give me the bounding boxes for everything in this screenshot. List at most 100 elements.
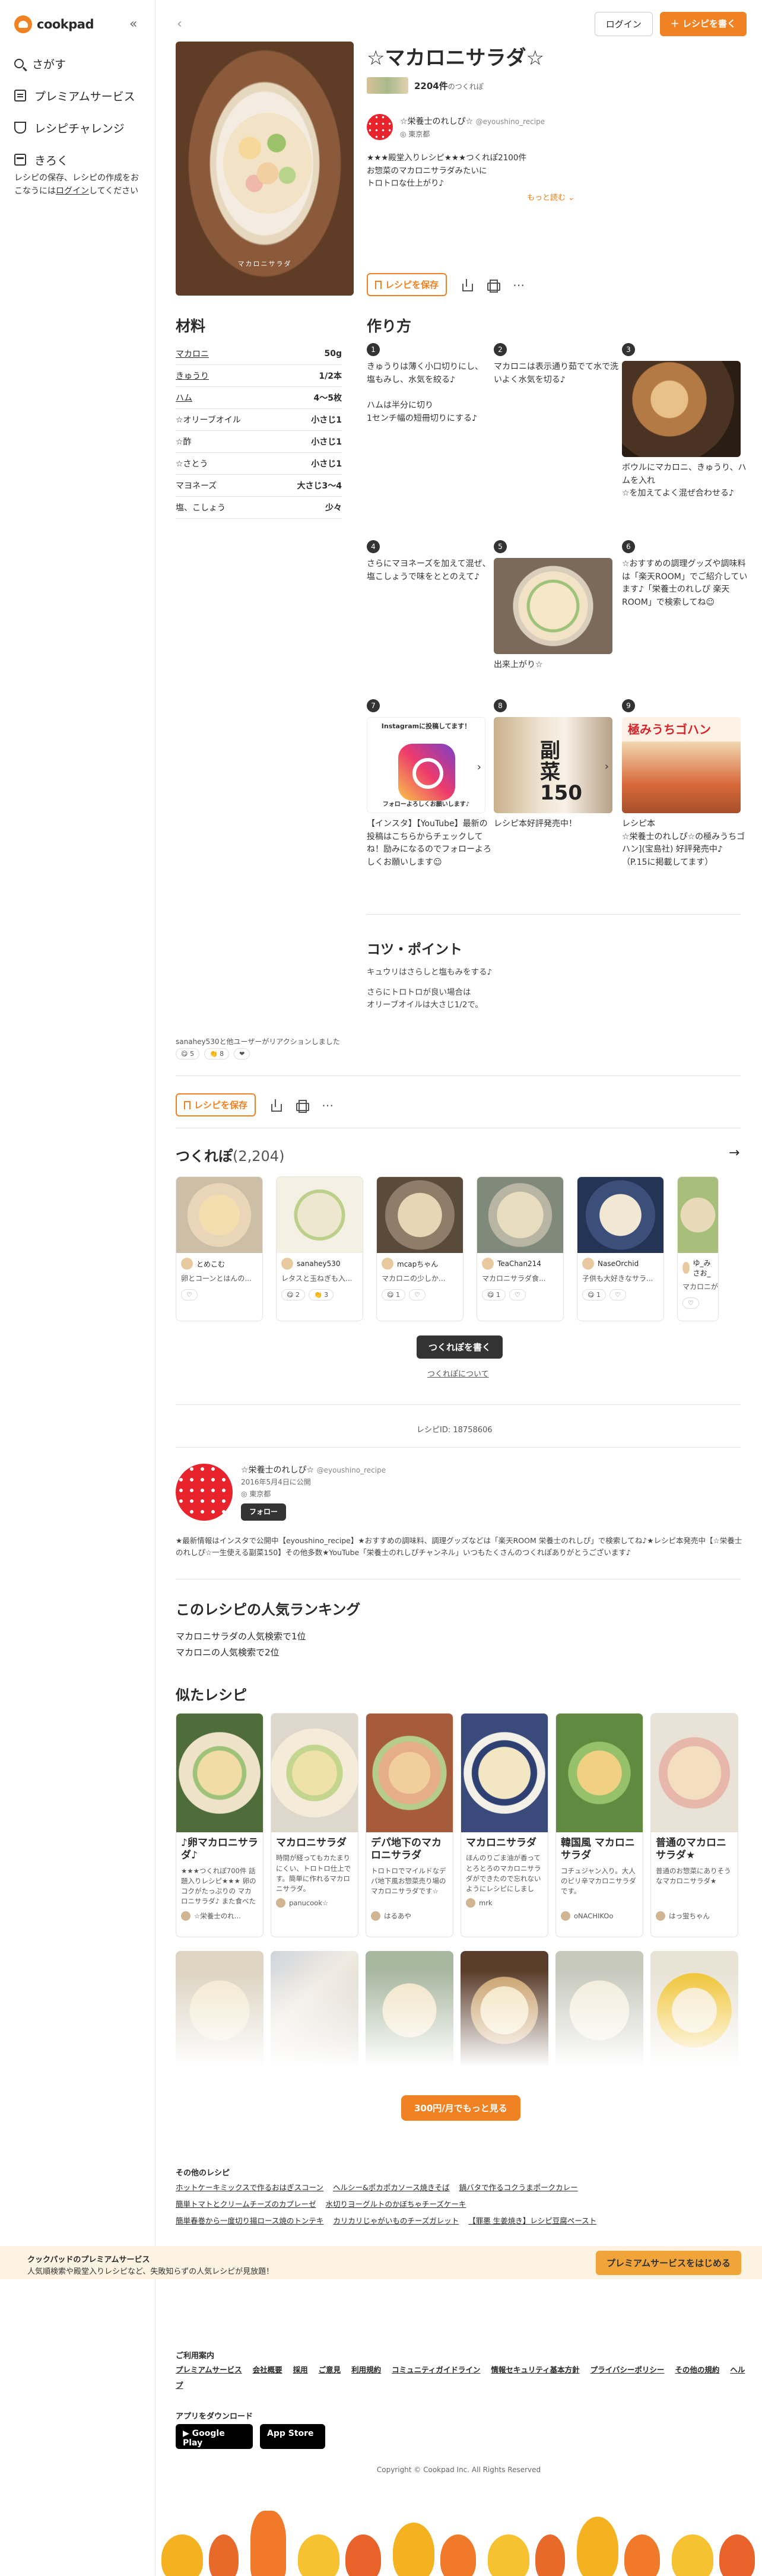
footer-link[interactable]: プレミアムサービス: [176, 2365, 242, 2374]
author-description: ★最新情報はインスタで公開中【eyoushino_recipe】★おすすめの調味…: [176, 1536, 742, 1557]
other-recipe-link[interactable]: ホットケーキミックスで作るおはぎスコーン: [176, 2183, 323, 2192]
reaction-chip-yummy[interactable]: 😋 5: [176, 1048, 199, 1059]
footer-link[interactable]: 採用: [293, 2365, 308, 2374]
footer-link[interactable]: その他の規約: [675, 2365, 719, 2374]
sidebar-item-search[interactable]: さがす: [14, 47, 145, 80]
carousel-next-icon[interactable]: ›: [477, 759, 481, 776]
similar-recipe-card[interactable]: マカロニサラダ 時間が経ってもカたまりにくい、トロトロ仕上です。簡単に作れるマカロ…: [271, 1713, 358, 1937]
save-recipe-button[interactable]: レシピを保存: [367, 273, 447, 296]
other-recipe-link[interactable]: カリカリじゃがいものチーズガレット: [333, 2216, 459, 2225]
more-options-icon[interactable]: ⋯: [512, 278, 525, 291]
ingredient-name[interactable]: ハム: [176, 392, 192, 404]
premium-banner-title: クックパッドのプレミアムサービス: [27, 2255, 150, 2264]
ranking-item: マカロニの人気検索で2位: [176, 1647, 280, 1658]
tsukurepo-suffix: のつくれぽ: [447, 82, 484, 91]
heart-icon[interactable]: ♡: [181, 1289, 198, 1300]
tsukurepo-card[interactable]: sanahey530 レタスと玉ねぎも入... 😋 2 👏 3: [276, 1176, 363, 1321]
tsukurepo-summary[interactable]: 2204件のつくれぽ: [367, 77, 484, 94]
similar-recipe-card[interactable]: マカロニサラダ ほんのりごま油が香ってとろとろのマカロニサラダができたので忘れない…: [461, 1713, 548, 1937]
premium-see-more-button[interactable]: 300円/月でもっと見る: [401, 2095, 520, 2121]
arrow-right-icon[interactable]: →: [729, 1146, 739, 1160]
tsukurepo-card[interactable]: NaseOrchid 子供も大好きなサラ... 😋 1 ♡: [577, 1176, 664, 1321]
ingredient-name[interactable]: きゅうり: [176, 370, 209, 382]
login-button[interactable]: ログイン: [594, 12, 653, 36]
tsukurepo-text: 子供も大好きなサラ...: [582, 1274, 653, 1283]
other-recipe-link[interactable]: 水切りヨーグルトのかぼちゃチーズケーキ: [326, 2200, 466, 2209]
tsukurepo-title: つくれぽ: [176, 1148, 233, 1165]
step-8: 8 副菜150 › レシピ本好評発売中！: [494, 699, 620, 831]
tsukurepo-heading[interactable]: つくれぽ(2,204): [176, 1144, 284, 1165]
footer-link[interactable]: 会社概要: [253, 2365, 282, 2374]
reaction-chip[interactable]: 👏 3: [308, 1289, 334, 1300]
premium-start-button[interactable]: プレミアムサービスをはじめる: [596, 2251, 741, 2275]
author-block[interactable]: ☆栄養士のれしぴ☆ @eyoushino_recipe ◎ 東京都: [367, 114, 545, 140]
tsukurepo-card[interactable]: ゆ_みさお_ マカロニが難しいな... ♡: [677, 1176, 719, 1321]
footer-link[interactable]: コミュニティガイドライン: [392, 2365, 480, 2374]
footer-link[interactable]: ご意見: [319, 2365, 341, 2374]
sidebar-item-kiroku[interactable]: きろく: [14, 144, 145, 176]
cookpad-logo[interactable]: cookpad: [14, 15, 94, 33]
about-tsukurepo-link[interactable]: つくれぽについて: [427, 1368, 489, 1379]
step-8-photo[interactable]: 副菜150 ›: [494, 717, 612, 813]
step-9-photo[interactable]: 極みうちゴハン: [622, 717, 741, 813]
other-recipe-link[interactable]: 簡単春巻から一度切り揚ロース焼のトンテキ: [176, 2216, 323, 2225]
tsukurepo-card[interactable]: mcapちゃん マカロニの少しか... 😋 1 ♡: [376, 1176, 463, 1321]
follow-button[interactable]: フォロー: [241, 1503, 287, 1521]
save-recipe-button-bottom[interactable]: レシピを保存: [176, 1093, 256, 1116]
other-recipe-link[interactable]: 【罪悪 生姜焼き】レシピ豆腐ペースト: [468, 2216, 596, 2225]
collapse-sidebar-icon[interactable]: «: [129, 17, 137, 31]
tsukurepo-card[interactable]: TeaChan214 マカロニサラダ食... 😋 1 ♡: [477, 1176, 564, 1321]
similar-recipe-card[interactable]: ♪卵マカロニサラダ♪ ★★★つくれぽ700件 話題入りレシピ★★★ 卵のコクがたっ…: [176, 1713, 263, 1937]
ingredients-heading: 材料: [176, 318, 206, 335]
heart-icon[interactable]: ♡: [609, 1289, 626, 1300]
share-icon[interactable]: [460, 278, 474, 291]
read-more-link[interactable]: もっと読む ⌄: [527, 191, 574, 202]
footer-link[interactable]: 情報セキュリティ基本方針: [491, 2365, 579, 2374]
ingredient-name[interactable]: マカロニ: [176, 348, 209, 360]
carousel-next-icon[interactable]: ›: [605, 759, 609, 775]
other-recipe-link[interactable]: 簡単トマトとクリームチーズのカプレーゼ: [176, 2200, 316, 2209]
footer-link[interactable]: プライバシーポリシー: [590, 2365, 665, 2374]
recipe-main-photo[interactable]: マカロニサラダ: [176, 42, 354, 296]
reaction-chip-clap[interactable]: 👏 8: [204, 1048, 230, 1059]
print-icon[interactable]: [486, 278, 501, 293]
reaction-chip[interactable]: 😋 1: [482, 1289, 506, 1300]
tsukurepo-card[interactable]: とめこむ 卵とコーンとはんの... ♡: [176, 1176, 263, 1321]
heart-icon[interactable]: ♡: [408, 1289, 426, 1300]
reaction-chip[interactable]: 😋 1: [582, 1289, 606, 1300]
google-play-badge[interactable]: ▶ Google Play: [176, 2424, 253, 2449]
sidebar-item-premium[interactable]: プレミアムサービス: [14, 80, 145, 112]
reaction-chip[interactable]: 😋 2: [281, 1289, 305, 1300]
step-7: 7 Instagramに投稿してます！ フォローよろしくお願いします♪ › 【イ…: [367, 699, 493, 870]
similar-recipe-card[interactable]: デパ地下のマカロニサラダ トロトロでマイルドなデパ地下風お惣菜売り場のマカロニサラ…: [366, 1713, 453, 1937]
tsukurepo-user: とめこむ: [196, 1260, 226, 1268]
footer-link[interactable]: 利用規約: [351, 2365, 381, 2374]
other-recipe-link[interactable]: 鍋バタで作るコクうまポークカレー: [459, 2183, 578, 2192]
author-avatar-large[interactable]: [176, 1464, 233, 1521]
login-link[interactable]: ログイン: [56, 186, 89, 196]
other-recipe-link[interactable]: ヘルシー&ポカポカソース焼きそば: [333, 2183, 450, 2192]
write-recipe-button[interactable]: ＋ レシピを書く: [659, 12, 747, 36]
heart-icon[interactable]: ♡: [509, 1289, 526, 1300]
write-tsukurepo-button[interactable]: つくれぽを書く: [417, 1335, 503, 1359]
similar-recipe-card[interactable]: 普通のマカロニサラダ★ 普通のお惣菜にありそうなマカロニサラダ★ はっ蛍ちゃん: [650, 1713, 738, 1937]
print-icon[interactable]: [295, 1099, 310, 1113]
sidebar-item-challenge[interactable]: レシピチャレンジ: [14, 112, 145, 144]
reaction-chip[interactable]: 😋 1: [382, 1289, 405, 1300]
share-icon[interactable]: [269, 1099, 282, 1112]
author-name[interactable]: ☆栄養士のれしぴ☆: [241, 1465, 314, 1475]
similar-recipe-card[interactable]: 韓国風 マカロニサラダ コチュジャン入り。大人のピリ辛マカロニサラダです。 oNAC…: [555, 1713, 643, 1937]
back-icon[interactable]: ‹: [177, 17, 182, 31]
macaroni-salad-image: [223, 113, 312, 214]
step-5-photo[interactable]: [494, 558, 612, 654]
heart-icon[interactable]: ♡: [682, 1297, 699, 1309]
step-text: 出来上がり☆: [494, 660, 543, 670]
more-options-icon[interactable]: ⋯: [321, 1099, 334, 1112]
reaction-chip-heart[interactable]: ❤: [234, 1048, 250, 1059]
app-store-badge[interactable]: App Store: [260, 2424, 325, 2449]
step-7-photo[interactable]: Instagramに投稿してます！ フォローよろしくお願いします♪ ›: [367, 717, 485, 813]
other-recipes-links: ホットケーキミックスで作るおはぎスコーン ヘルシー&ポカポカソース焼きそば 鍋バ…: [176, 2180, 627, 2229]
step-3-photo[interactable]: [622, 361, 741, 457]
tsukurepo-user: TeaChan214: [497, 1260, 541, 1268]
ingredient-qty: 大さじ3〜4: [297, 481, 342, 491]
